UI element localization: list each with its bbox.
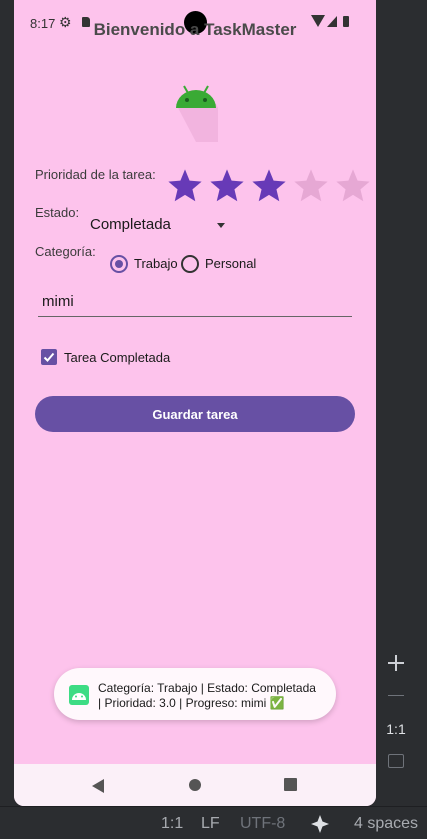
ai-assistant-icon[interactable]	[310, 814, 330, 834]
category-label: Categoría:	[35, 244, 96, 259]
completed-checkbox[interactable]	[41, 349, 57, 365]
zoom-fit-button[interactable]	[380, 746, 412, 778]
android-app-icon	[69, 685, 89, 705]
phone-screen: 8:17 ⚙ Bienvenido a TaskMaster Prioridad…	[14, 0, 376, 806]
app-title: Bienvenido a TaskMaster	[93, 20, 297, 39]
toast-line-1: Categoría: Trabajo | Estado: Completada	[98, 681, 316, 695]
priority-rating-bar[interactable]	[164, 164, 374, 208]
star-icon[interactable]	[332, 164, 374, 208]
completed-checkbox-label: Tarea Completada	[64, 350, 171, 365]
zoom-in-button[interactable]	[380, 647, 412, 679]
radio-checked-icon	[110, 255, 128, 273]
toast-message: Categoría: Trabajo | Estado: Completada …	[54, 668, 336, 720]
android-logo-icon	[176, 85, 218, 142]
task-text-value: mimi	[42, 293, 74, 310]
minus-icon	[380, 680, 412, 712]
star-icon[interactable]	[248, 164, 290, 208]
star-icon[interactable]	[290, 164, 332, 208]
fit-screen-icon	[380, 746, 412, 778]
priority-label: Prioridad de la tarea:	[35, 167, 156, 182]
toast-text: Categoría: Trabajo | Estado: Completada …	[98, 681, 330, 710]
home-icon[interactable]	[189, 779, 201, 791]
radio-trabajo-label: Trabajo	[134, 256, 178, 271]
plus-icon	[380, 647, 412, 679]
star-icon[interactable]	[206, 164, 248, 208]
task-text-input[interactable]: mimi	[38, 288, 352, 317]
toast-line-2: | Prioridad: 3.0 | Progreso: mimi ✅	[98, 695, 285, 710]
status-dropdown-value: Completada	[90, 216, 171, 233]
status-line-ending[interactable]: LF	[201, 815, 220, 833]
status-label: Estado:	[35, 205, 80, 220]
status-ratio[interactable]: 1:1	[161, 815, 183, 833]
ide-status-bar: 1:1 LF UTF-8 4 spaces	[0, 806, 427, 839]
zoom-actual-size-button[interactable]: 1:1	[380, 713, 412, 745]
save-task-button[interactable]: Guardar tarea	[35, 396, 355, 432]
zoom-out-button[interactable]	[380, 680, 412, 712]
status-dropdown[interactable]: Completada	[90, 215, 230, 235]
star-icon[interactable]	[164, 164, 206, 208]
status-indent[interactable]: 4 spaces	[354, 815, 418, 833]
dropdown-arrow-icon	[217, 223, 225, 228]
zoom-actual-size-label: 1:1	[386, 721, 406, 737]
recents-icon[interactable]	[284, 778, 297, 791]
system-nav-bar	[14, 764, 376, 806]
back-icon[interactable]	[92, 779, 104, 793]
radio-personal-label: Personal	[205, 256, 257, 271]
radio-unchecked-icon	[181, 255, 199, 273]
checkmark-icon	[43, 352, 55, 362]
status-encoding[interactable]: UTF-8	[240, 815, 285, 833]
